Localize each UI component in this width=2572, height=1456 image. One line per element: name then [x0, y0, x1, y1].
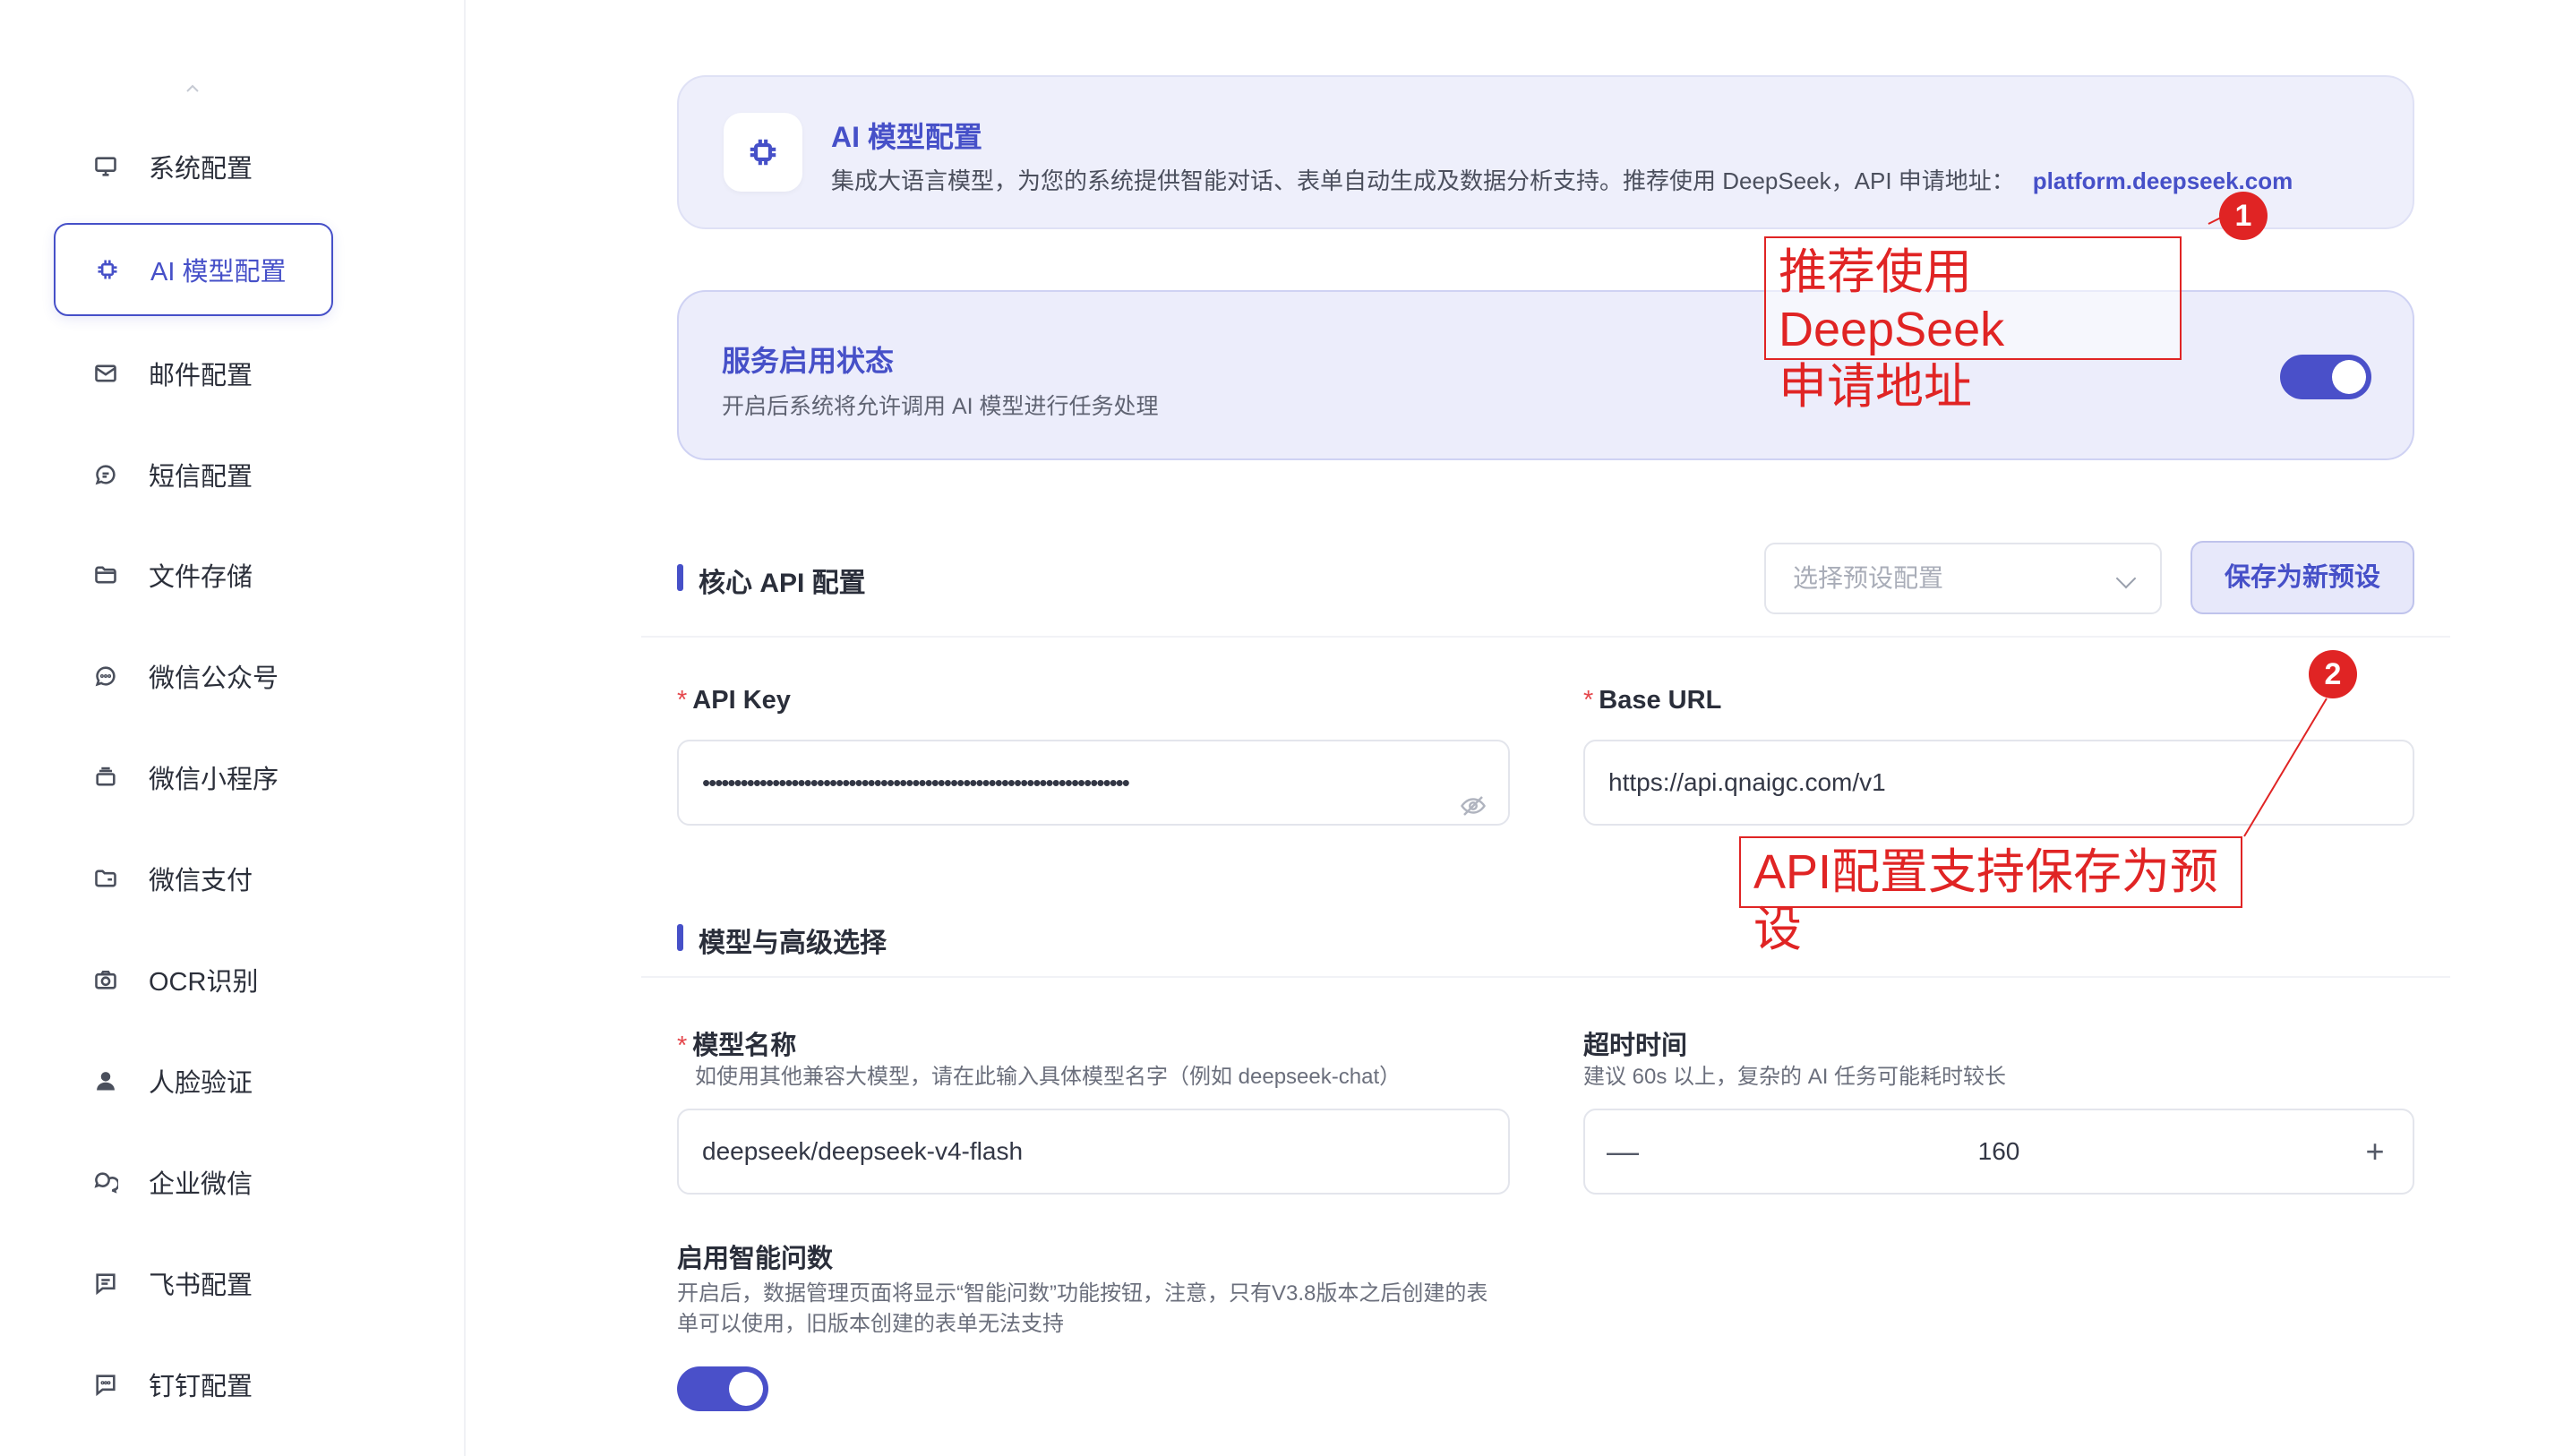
description-text: 集成大语言模型，为您的系统提供智能对话、表单自动生成及数据分析支持。推荐使用 D…	[831, 167, 2015, 194]
eye-off-icon[interactable]	[1460, 770, 1487, 816]
base-url-label-text: Base URL	[1599, 686, 1722, 715]
annotation-1-badge: 1	[2219, 192, 2268, 240]
sidebar-item-face[interactable]: 人脸验证	[54, 1034, 333, 1127]
required-mark: *	[677, 1032, 688, 1060]
annotation-1-line1: 推荐使用 DeepSeek	[1779, 245, 2005, 356]
sidebar: 系统配置 AI 模型配置 邮件配置 短信配置 文件存储 微信公众号 微信小程序	[0, 0, 466, 1456]
divider	[641, 636, 2450, 638]
service-status-description: 开启后系统将允许调用 AI 模型进行任务处理	[722, 394, 1159, 419]
required-mark: *	[1583, 686, 1594, 715]
chip-icon	[724, 113, 802, 192]
annotation-2-badge: 2	[2309, 650, 2357, 698]
app-root: 系统配置 AI 模型配置 邮件配置 短信配置 文件存储 微信公众号 微信小程序	[0, 0, 2572, 1456]
layers-icon	[86, 758, 125, 797]
sidebar-item-sms[interactable]: 短信配置	[54, 428, 333, 521]
chat-multi-icon	[86, 1162, 125, 1202]
service-enabled-toggle[interactable]	[2280, 355, 2371, 399]
folder-icon	[86, 555, 125, 595]
base-url-input[interactable]: https://api.qnaigc.com/v1	[1583, 740, 2414, 826]
preset-select-placeholder: 选择预设配置	[1793, 564, 1944, 592]
message-square-icon	[86, 1365, 125, 1404]
smart-query-hint-line1: 开启后，数据管理页面将显示“智能问数”功能按钮，注意，只有V3.8版本之后创建的…	[677, 1281, 1488, 1306]
toggle-knob	[2332, 360, 2366, 394]
sidebar-item-label: 系统配置	[149, 155, 253, 184]
sidebar-item-ai-model[interactable]: AI 模型配置	[54, 223, 333, 316]
model-name-hint: 如使用其他兼容大模型，请在此输入具体模型名字（例如 deepseek-chat）	[695, 1065, 1402, 1089]
wallet-folder-icon	[86, 859, 125, 898]
smart-query-hint: 开启后，数据管理页面将显示“智能问数”功能按钮，注意，只有V3.8版本之后创建的…	[677, 1279, 1537, 1340]
chat-bubble-icon	[86, 455, 125, 494]
decrement-button[interactable]: —	[1603, 1132, 1642, 1171]
sidebar-item-label: 文件存储	[149, 563, 253, 592]
annotation-1-box: 推荐使用 DeepSeek 申请地址	[1764, 236, 2182, 414]
timeout-value: 160	[1977, 1137, 2020, 1165]
sidebar-item-label: 微信支付	[149, 867, 253, 895]
sidebar-item-ocr[interactable]: OCR识别	[54, 933, 333, 1026]
core-api-section-title: 核心 API 配置	[699, 569, 866, 598]
timeout-hint: 建议 60s 以上，复杂的 AI 任务可能耗时较长	[1583, 1065, 2007, 1089]
page-description: 集成大语言模型，为您的系统提供智能对话、表单自动生成及数据分析支持。推荐使用 D…	[831, 163, 2293, 196]
chip-icon	[88, 250, 127, 289]
smart-query-label: 启用智能问数	[677, 1245, 834, 1273]
annotation-2-box: API配置支持保存为预设	[1739, 836, 2242, 956]
model-section-title: 模型与高级选择	[699, 929, 887, 958]
timeout-stepper[interactable]: 160 — +	[1583, 1109, 2414, 1195]
sidebar-item-wecom[interactable]: 企业微信	[54, 1135, 333, 1229]
ai-model-info-card: AI 模型配置 集成大语言模型，为您的系统提供智能对话、表单自动生成及数据分析支…	[677, 75, 2414, 229]
sidebar-item-label: AI 模型配置	[150, 258, 287, 287]
sidebar-item-mail[interactable]: 邮件配置	[54, 327, 333, 420]
base-url-label: * Base URL	[1583, 686, 1721, 715]
divider	[641, 976, 2450, 978]
sidebar-item-label: 企业微信	[149, 1170, 253, 1199]
preset-select[interactable]: 选择预设配置	[1764, 543, 2162, 614]
sidebar-item-label: OCR识别	[149, 968, 259, 997]
sidebar-item-label: 飞书配置	[149, 1272, 253, 1300]
sidebar-item-wechat-official[interactable]: 微信公众号	[54, 630, 333, 723]
camera-icon	[86, 960, 125, 999]
api-key-label-text: API Key	[692, 686, 791, 715]
user-icon	[86, 1061, 125, 1101]
scroll-up-icon[interactable]	[183, 79, 202, 98]
message-lines-icon	[86, 1263, 125, 1303]
annotation-1-line2: 申请地址	[1779, 360, 1972, 414]
monitor-icon	[86, 147, 125, 186]
timeout-label: 超时时间	[1583, 1032, 1688, 1060]
sidebar-item-wechat-pay[interactable]: 微信支付	[54, 832, 333, 925]
message-dots-icon	[86, 656, 125, 696]
increment-button[interactable]: +	[2355, 1132, 2395, 1171]
section-accent-bar	[677, 924, 683, 951]
api-key-label: * API Key	[677, 686, 791, 715]
smart-query-hint-line2: 单可以使用，旧版本创建的表单无法支持	[677, 1312, 1064, 1336]
sidebar-item-storage[interactable]: 文件存储	[54, 528, 333, 621]
save-preset-button[interactable]: 保存为新预设	[2190, 541, 2414, 614]
deepseek-platform-link[interactable]: platform.deepseek.com	[2033, 167, 2293, 194]
toggle-knob	[729, 1372, 763, 1406]
required-mark: *	[677, 686, 688, 715]
sidebar-item-label: 人脸验证	[149, 1069, 253, 1098]
sidebar-item-label: 邮件配置	[149, 362, 253, 390]
sidebar-item-label: 微信公众号	[149, 664, 279, 693]
sidebar-item-label: 微信小程序	[149, 766, 279, 794]
chevron-down-icon	[2115, 568, 2137, 589]
smart-query-toggle[interactable]	[677, 1366, 768, 1411]
sidebar-item-wechat-miniprogram[interactable]: 微信小程序	[54, 731, 333, 824]
api-key-value: ••••••••••••••••••••••••••••••••••••••••…	[702, 769, 1130, 796]
api-key-input[interactable]: ••••••••••••••••••••••••••••••••••••••••…	[677, 740, 1510, 826]
mail-icon	[86, 354, 125, 393]
page-title: AI 模型配置	[831, 121, 982, 153]
sidebar-item-system[interactable]: 系统配置	[54, 120, 333, 213]
service-status-title: 服务启用状态	[722, 345, 895, 377]
sidebar-item-label: 短信配置	[149, 463, 253, 492]
model-name-label-text: 模型名称	[692, 1032, 797, 1060]
sidebar-item-label: 钉钉配置	[149, 1373, 253, 1401]
model-name-input[interactable]: deepseek/deepseek-v4-flash	[677, 1109, 1510, 1195]
model-name-label: * 模型名称	[677, 1024, 796, 1062]
sidebar-item-dingtalk[interactable]: 钉钉配置	[54, 1338, 333, 1431]
section-accent-bar	[677, 564, 683, 591]
sidebar-item-feishu[interactable]: 飞书配置	[54, 1237, 333, 1330]
